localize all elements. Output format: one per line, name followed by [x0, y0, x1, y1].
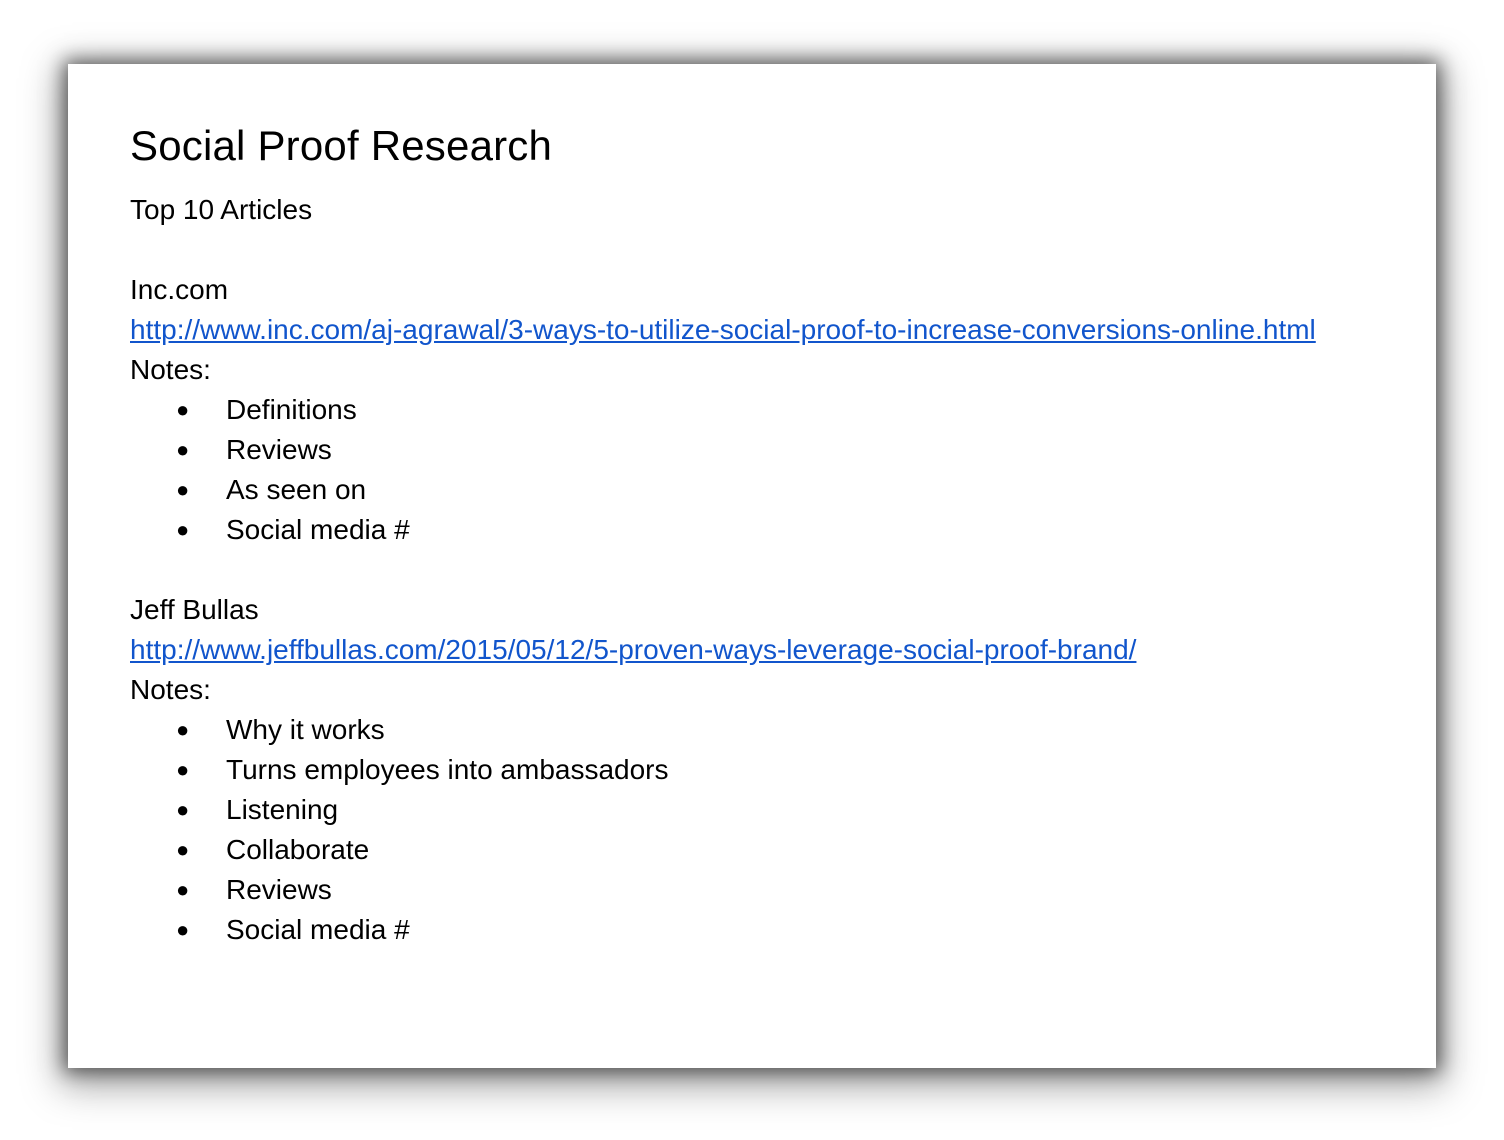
bullet-icon: ●: [176, 437, 190, 462]
document-title: Social Proof Research: [130, 122, 553, 169]
list-item: ● Reviews: [130, 870, 1350, 910]
list-item-text: Social media #: [226, 914, 410, 945]
bullet-icon: ●: [176, 757, 190, 782]
list-item-text: Turns employees into ambassadors: [226, 754, 669, 785]
list-item: ● Definitions: [130, 390, 1350, 430]
list-item-text: As seen on: [226, 474, 367, 505]
list-item-text: Reviews: [226, 874, 332, 905]
document-subtitle: Top 10 Articles: [130, 194, 313, 225]
document-body: Social Proof Research Top 10 Articles In…: [130, 122, 1350, 950]
list-item-text: Collaborate: [226, 834, 370, 865]
bullet-icon: ●: [176, 917, 190, 942]
list-item-text: Social media #: [226, 514, 410, 545]
list-item-text: Why it works: [226, 714, 385, 745]
bullet-icon: ●: [176, 717, 190, 742]
list-item: ● Collaborate: [130, 830, 1350, 870]
article-source: Jeff Bullas: [130, 594, 259, 625]
list-item: ● As seen on: [130, 470, 1350, 510]
article-link[interactable]: http://www.inc.com/aj-agrawal/3-ways-to-…: [130, 310, 1350, 350]
notes-label: Notes:: [130, 354, 211, 385]
bullet-icon: ●: [176, 477, 190, 502]
list-item: ● Listening: [130, 790, 1350, 830]
notes-label: Notes:: [130, 674, 211, 705]
list-item: ● Why it works: [130, 710, 1350, 750]
list-item: ● Reviews: [130, 430, 1350, 470]
list-item: ● Turns employees into ambassadors: [130, 750, 1350, 790]
list-item-text: Definitions: [226, 394, 357, 425]
notes-list: ● Why it works ● Turns employees into amba…: [130, 710, 1350, 950]
bullet-icon: ●: [176, 877, 190, 902]
bullet-icon: ●: [176, 517, 190, 542]
bullet-icon: ●: [176, 797, 190, 822]
bullet-icon: ●: [176, 397, 190, 422]
document-page: Social Proof Research Top 10 Articles In…: [68, 64, 1436, 1068]
notes-list: ● Definitions ● Reviews ● As seen on ● Socia…: [130, 390, 1350, 550]
article-source: Inc.com: [130, 274, 229, 305]
list-item-text: Listening: [226, 794, 339, 825]
bullet-icon: ●: [176, 837, 190, 862]
list-item: ● Social media #: [130, 910, 1350, 950]
list-item-text: Reviews: [226, 434, 332, 465]
article-link[interactable]: http://www.jeffbullas.com/2015/05/12/5-p…: [130, 630, 1350, 670]
list-item: ● Social media #: [130, 510, 1350, 550]
